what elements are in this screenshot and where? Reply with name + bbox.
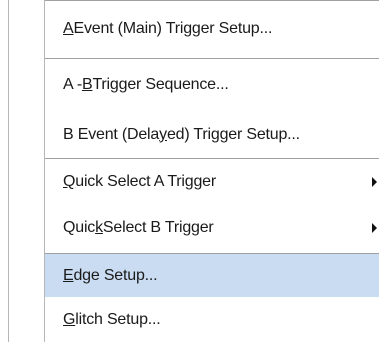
menu-item-a-b-trigger-sequence[interactable]: A - B Trigger Sequence... [45,59,379,111]
menu-item-label: uick Select A Trigger [75,173,217,190]
menu-item-quick-select-b-trigger[interactable]: Quic k Select B Trigger [45,205,379,251]
menu-item-b-event-trigger-setup[interactable]: B Event (Dela y ed) Trigger Setup... [45,111,379,158]
menu-item-label: ed) Trigger Setup... [166,125,300,143]
menu-item-label-pre: B Event (Dela [63,125,160,143]
trigger-context-menu: A Event (Main) Trigger Setup... A - B Tr… [0,0,379,342]
menu-item-label-pre: A - [63,76,82,93]
menu-item-label: litch Setup... [75,310,161,328]
menu-item-glitch-setup[interactable]: Glitch Setup... [45,297,379,342]
menu-item-edge-setup[interactable]: Edge Setup... [45,254,379,297]
menu-left-border [8,0,9,342]
menu-item-mnemonic: k [95,219,103,236]
menu-item-label: dge Setup... [73,266,158,284]
menu-item-label: Trigger Sequence... [92,76,229,93]
menu-item-mnemonic: B [81,76,93,93]
menu-item-mnemonic: E [63,266,74,284]
menu-item-mnemonic: Q [63,173,76,190]
submenu-arrow-icon [372,223,377,233]
menu-item-mnemonic: G [63,310,76,328]
menu-item-mnemonic: A [63,20,74,37]
menu-item-label: Event (Main) Trigger Setup... [73,20,273,37]
submenu-arrow-icon [372,177,377,187]
menu-item-label: Select B Trigger [102,219,214,236]
menu-item-a-event-trigger-setup[interactable]: A Event (Main) Trigger Setup... [45,1,379,57]
menu-item-label-pre: Quic [63,219,96,236]
menu-item-mnemonic: y [159,125,167,143]
menu-item-quick-select-a-trigger[interactable]: Quick Select A Trigger [45,159,379,205]
